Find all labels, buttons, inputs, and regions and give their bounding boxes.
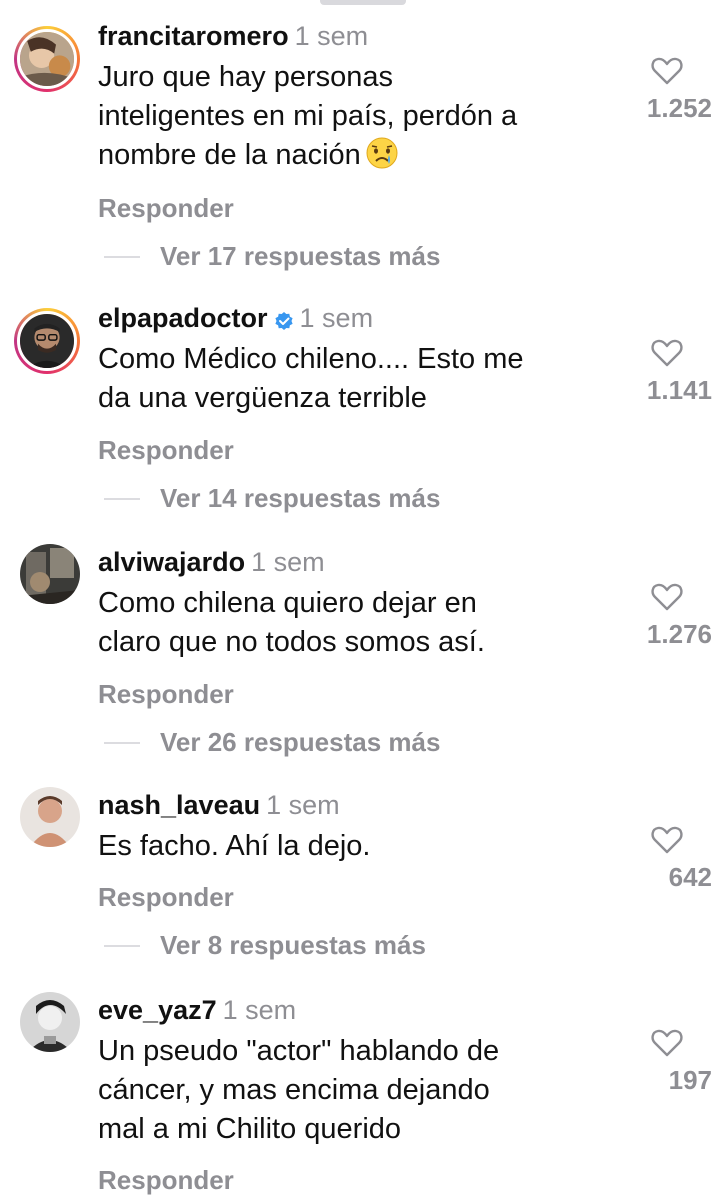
username[interactable]: elpapadoctor xyxy=(98,303,268,333)
like-area: 1.141 xyxy=(622,338,712,406)
username[interactable]: alviwajardo xyxy=(98,547,245,577)
comment-text: Juro que hay personas inteligentes en mi… xyxy=(98,58,618,181)
reply-button[interactable]: Responder xyxy=(98,679,234,709)
reply-button[interactable]: Responder xyxy=(98,1165,234,1195)
comment-header: francitaromero 1 sem xyxy=(98,18,368,54)
avatar[interactable] xyxy=(20,544,80,604)
like-area: 197 xyxy=(622,1028,712,1096)
avatar-photo xyxy=(20,544,80,604)
comment-item: eve_yaz7 1 sem Un pseudo "actor" hablando… xyxy=(0,992,724,1200)
comment-header: nash_laveau 1 sem xyxy=(98,787,340,823)
comment-text: Un pseudo "actor" hablando de cáncer, y … xyxy=(98,1032,618,1149)
avatar[interactable] xyxy=(20,787,80,847)
thread-line xyxy=(104,742,140,744)
avatar[interactable] xyxy=(14,26,80,92)
comment-item: alviwajardo 1 sem Como chilena quiero dej… xyxy=(0,544,724,774)
timestamp: 1 sem xyxy=(266,790,340,820)
like-area: 642 xyxy=(622,825,712,893)
thread-line xyxy=(104,256,140,258)
timestamp: 1 sem xyxy=(299,303,374,333)
comment-text: Es facho. Ahí la dejo. xyxy=(98,827,618,866)
comment-text-content: Juro que hay personas inteligentes en mi… xyxy=(98,61,518,171)
like-count: 1.141 xyxy=(646,375,712,405)
heart-outline-icon[interactable] xyxy=(622,825,712,855)
timestamp: 1 sem xyxy=(294,21,369,51)
view-more-replies-button[interactable]: Ver 14 respuestas más xyxy=(160,483,440,513)
username[interactable]: francitaromero xyxy=(98,21,289,51)
view-more-replies-button[interactable]: Ver 8 respuestas más xyxy=(160,930,426,960)
comment-header: alviwajardo 1 sem xyxy=(98,544,325,580)
avatar[interactable] xyxy=(20,992,80,1052)
like-count: 197 xyxy=(668,1065,712,1095)
avatar-photo xyxy=(20,32,74,86)
comment-text: Como Médico chileno.... Esto me da una v… xyxy=(98,340,618,418)
heart-outline-icon[interactable] xyxy=(622,338,712,368)
comment-text-content: Como chilena quiero dejar en claro que n… xyxy=(98,587,485,658)
view-more-replies-button[interactable]: Ver 26 respuestas más xyxy=(160,727,440,757)
comment-text: Como chilena quiero dejar en claro que n… xyxy=(98,584,618,662)
heart-outline-icon[interactable] xyxy=(622,582,712,612)
comment-item: nash_laveau 1 sem Es facho. Ahí la dejo. … xyxy=(0,787,724,977)
like-count: 1.252 xyxy=(646,93,712,123)
comment-text-content: Como Médico chileno.... Esto me da una v… xyxy=(98,343,524,414)
reply-button[interactable]: Responder xyxy=(98,435,234,465)
view-more-replies-button[interactable]: Ver 17 respuestas más xyxy=(160,241,440,271)
comment-text-content: Es facho. Ahí la dejo. xyxy=(98,830,371,862)
like-count: 1.276 xyxy=(646,619,712,649)
comment-header: eve_yaz7 1 sem xyxy=(98,992,296,1028)
comment-item: elpapadoctor 1 sem Como Médico chileno...… xyxy=(0,300,724,530)
avatar-photo xyxy=(20,787,80,847)
avatar-photo xyxy=(20,314,74,368)
thread-line xyxy=(104,498,140,500)
like-count: 642 xyxy=(668,862,712,892)
sheet-handle[interactable] xyxy=(320,0,406,5)
comment-item: francitaromero 1 sem Juro que hay persona… xyxy=(0,18,724,278)
reply-button[interactable]: Responder xyxy=(98,193,234,223)
reply-button[interactable]: Responder xyxy=(98,882,234,912)
username[interactable]: nash_laveau xyxy=(98,790,260,820)
like-area: 1.252 xyxy=(622,56,712,124)
comment-text-content: Un pseudo "actor" hablando de cáncer, y … xyxy=(98,1035,500,1145)
timestamp: 1 sem xyxy=(251,547,325,577)
username[interactable]: eve_yaz7 xyxy=(98,995,217,1025)
crying-face-icon xyxy=(365,136,399,181)
thread-line xyxy=(104,945,140,947)
avatar[interactable] xyxy=(14,308,80,374)
heart-outline-icon[interactable] xyxy=(622,56,712,86)
verified-badge-icon xyxy=(274,304,294,340)
heart-outline-icon[interactable] xyxy=(622,1028,712,1058)
like-area: 1.276 xyxy=(622,582,712,650)
avatar-photo xyxy=(20,992,80,1052)
comment-header: elpapadoctor 1 sem xyxy=(98,300,373,340)
timestamp: 1 sem xyxy=(222,995,297,1025)
